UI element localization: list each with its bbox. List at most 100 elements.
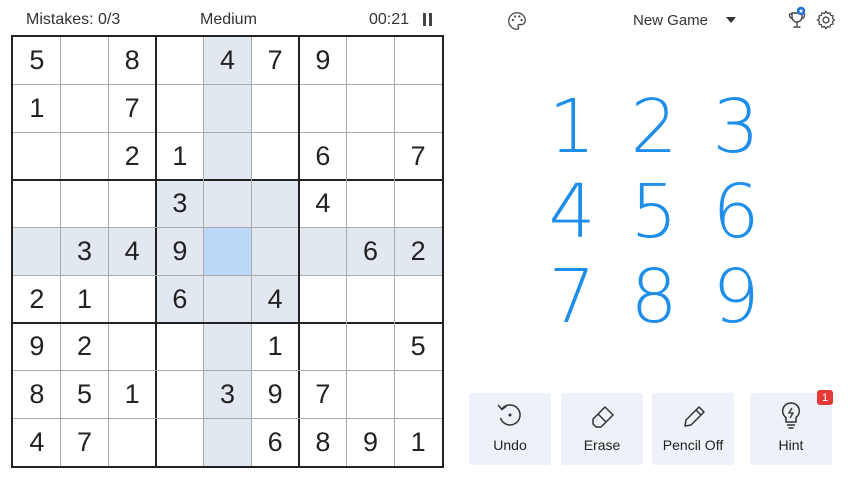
cell-r5-c6[interactable] bbox=[251, 227, 299, 276]
cell-r6-c5[interactable] bbox=[203, 275, 252, 323]
numpad-2[interactable]: 2 bbox=[613, 84, 695, 170]
cell-r5-c3[interactable]: 4 bbox=[108, 227, 156, 276]
cell-r8-c4[interactable] bbox=[156, 371, 204, 419]
cell-r2-c2[interactable] bbox=[61, 85, 109, 133]
cell-r6-c2[interactable]: 1 bbox=[61, 275, 109, 323]
cell-r3-c1[interactable] bbox=[13, 132, 61, 180]
cell-r4-c1[interactable] bbox=[13, 180, 61, 228]
cell-r2-c9[interactable] bbox=[394, 85, 442, 133]
numpad-3[interactable]: 3 bbox=[695, 84, 777, 170]
cell-r4-c8[interactable] bbox=[347, 180, 395, 228]
numpad-5[interactable]: 5 bbox=[613, 169, 695, 255]
cell-r5-c4[interactable]: 9 bbox=[156, 227, 204, 276]
cell-r3-c3[interactable]: 2 bbox=[108, 132, 156, 180]
cell-r1-c1[interactable]: 5 bbox=[13, 37, 61, 85]
cell-r7-c7[interactable] bbox=[299, 323, 347, 371]
cell-r2-c5[interactable] bbox=[203, 84, 252, 133]
cell-r6-c3[interactable] bbox=[108, 275, 156, 323]
cell-r7-c3[interactable] bbox=[108, 323, 156, 371]
cell-r7-c4[interactable] bbox=[156, 323, 204, 371]
undo-button[interactable]: Undo bbox=[469, 393, 551, 465]
cell-r1-c3[interactable]: 8 bbox=[108, 37, 156, 85]
cell-r8-c9[interactable] bbox=[394, 371, 442, 419]
cell-r9-c5[interactable] bbox=[203, 418, 252, 466]
cell-r2-c7[interactable] bbox=[299, 85, 347, 133]
cell-r5-c2[interactable]: 3 bbox=[60, 227, 109, 276]
cell-r1-c8[interactable] bbox=[347, 37, 395, 85]
erase-button[interactable]: Erase bbox=[561, 393, 643, 465]
cell-r4-c7[interactable]: 4 bbox=[299, 180, 347, 228]
cell-r7-c6[interactable]: 1 bbox=[251, 323, 299, 371]
cell-r1-c6[interactable]: 7 bbox=[251, 37, 299, 85]
cell-r6-c9[interactable] bbox=[394, 275, 442, 323]
cell-r4-c9[interactable] bbox=[394, 180, 442, 228]
cell-r9-c6[interactable]: 6 bbox=[251, 418, 299, 466]
cell-r8-c3[interactable]: 1 bbox=[108, 371, 156, 419]
cell-r4-c3[interactable] bbox=[108, 180, 156, 228]
cell-r4-c5[interactable] bbox=[203, 180, 252, 228]
cell-r6-c1[interactable]: 2 bbox=[13, 275, 61, 323]
cell-r9-c2[interactable]: 7 bbox=[61, 418, 109, 466]
cell-r8-c1[interactable]: 8 bbox=[13, 371, 61, 419]
cell-r5-c8[interactable]: 6 bbox=[346, 227, 395, 276]
cell-r2-c8[interactable] bbox=[347, 85, 395, 133]
cell-r5-c1[interactable] bbox=[13, 227, 61, 276]
cell-r7-c5[interactable] bbox=[203, 323, 252, 371]
cell-r2-c1[interactable]: 1 bbox=[13, 85, 61, 133]
palette-icon[interactable] bbox=[506, 10, 528, 32]
cell-r9-c3[interactable] bbox=[108, 418, 156, 466]
cell-r5-c5[interactable] bbox=[203, 227, 252, 276]
cell-r1-c2[interactable] bbox=[61, 37, 109, 85]
cell-r5-c7[interactable] bbox=[299, 227, 347, 276]
cell-r9-c8[interactable]: 9 bbox=[347, 418, 395, 466]
gear-icon[interactable] bbox=[815, 9, 837, 31]
cell-r1-c9[interactable] bbox=[394, 37, 442, 85]
cell-r1-c4[interactable] bbox=[156, 37, 204, 85]
numpad-6[interactable]: 6 bbox=[695, 169, 777, 255]
cell-r3-c7[interactable]: 6 bbox=[299, 132, 347, 180]
cell-r3-c2[interactable] bbox=[61, 132, 109, 180]
cell-r3-c8[interactable] bbox=[347, 132, 395, 180]
cell-r8-c8[interactable] bbox=[347, 371, 395, 419]
cell-r4-c2[interactable] bbox=[61, 180, 109, 228]
cell-r2-c3[interactable]: 7 bbox=[108, 85, 156, 133]
cell-r3-c4[interactable]: 1 bbox=[156, 132, 204, 180]
pencil-button[interactable]: Pencil Off bbox=[652, 393, 734, 465]
new-game-button[interactable]: New Game bbox=[633, 12, 708, 29]
cell-r6-c8[interactable] bbox=[347, 275, 395, 323]
cell-r1-c7[interactable]: 9 bbox=[299, 37, 347, 85]
numpad-1[interactable]: 1 bbox=[531, 84, 613, 170]
cell-r8-c5[interactable]: 3 bbox=[203, 370, 252, 419]
cell-r2-c4[interactable] bbox=[156, 85, 204, 133]
cell-r9-c1[interactable]: 4 bbox=[13, 418, 61, 466]
cell-r7-c2[interactable]: 2 bbox=[61, 323, 109, 371]
cell-r8-c2[interactable]: 5 bbox=[61, 371, 109, 419]
cell-r1-c5[interactable]: 4 bbox=[203, 37, 252, 85]
cell-r9-c9[interactable]: 1 bbox=[394, 418, 442, 466]
cell-r3-c6[interactable] bbox=[251, 132, 299, 180]
cell-r6-c6[interactable]: 4 bbox=[251, 275, 299, 323]
cell-r8-c6[interactable]: 9 bbox=[251, 371, 299, 419]
cell-r7-c1[interactable]: 9 bbox=[13, 323, 61, 371]
cell-r8-c7[interactable]: 7 bbox=[299, 371, 347, 419]
cell-r4-c4[interactable]: 3 bbox=[156, 180, 204, 228]
chevron-down-icon[interactable] bbox=[726, 17, 736, 23]
cell-r9-c7[interactable]: 8 bbox=[299, 418, 347, 466]
numpad-4[interactable]: 4 bbox=[531, 169, 613, 255]
pause-icon[interactable] bbox=[421, 13, 433, 27]
cell-r5-c9[interactable]: 2 bbox=[394, 227, 442, 276]
numpad-8[interactable]: 8 bbox=[613, 254, 695, 340]
cell-r7-c8[interactable] bbox=[347, 323, 395, 371]
cell-r6-c4[interactable]: 6 bbox=[156, 275, 204, 323]
cell-r7-c9[interactable]: 5 bbox=[394, 323, 442, 371]
cell-r4-c6[interactable] bbox=[251, 180, 299, 228]
cell-r3-c5[interactable] bbox=[203, 132, 252, 180]
cell-r2-c6[interactable] bbox=[251, 85, 299, 133]
cell-r6-c7[interactable] bbox=[299, 275, 347, 323]
grid-line bbox=[107, 37, 109, 466]
numpad-7[interactable]: 7 bbox=[531, 254, 613, 340]
cell-r3-c9[interactable]: 7 bbox=[394, 132, 442, 180]
cell-r9-c4[interactable] bbox=[156, 418, 204, 466]
numpad-9[interactable]: 9 bbox=[695, 254, 777, 340]
trophy-icon[interactable] bbox=[785, 6, 809, 32]
